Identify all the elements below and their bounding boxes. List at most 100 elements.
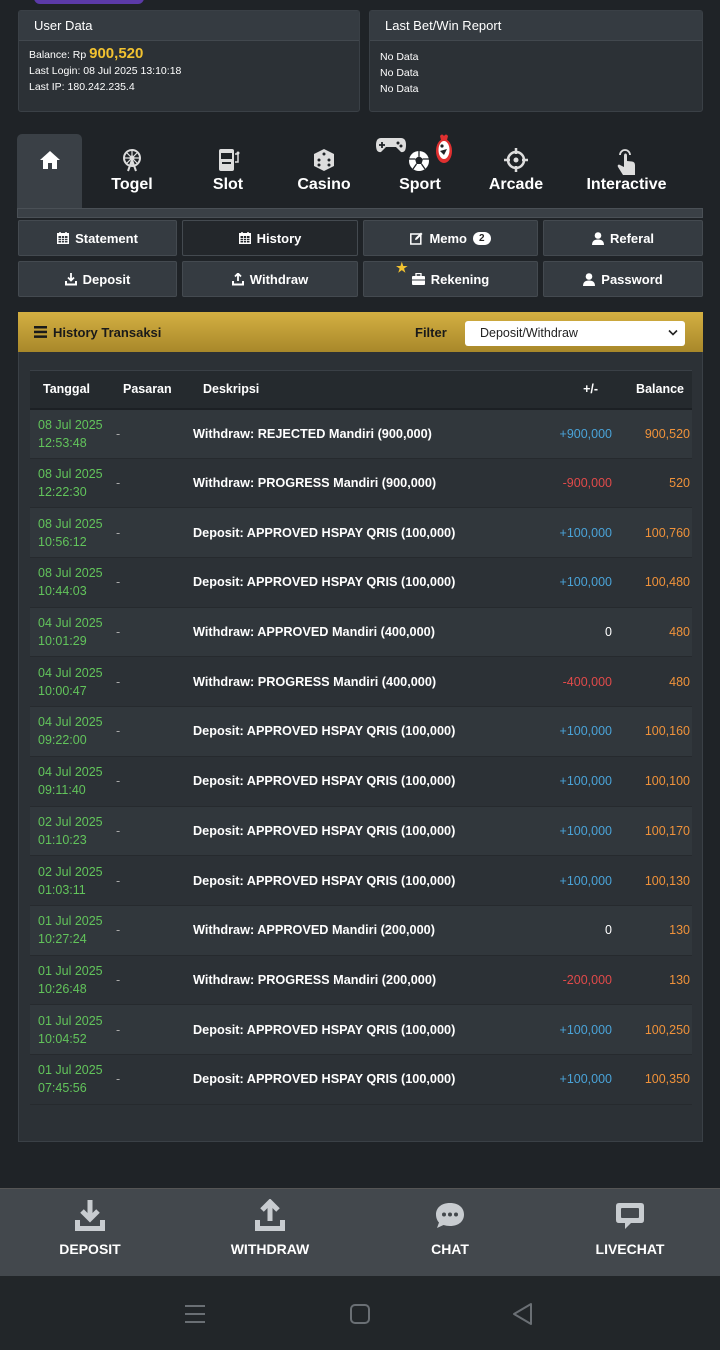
- home-tab[interactable]: [17, 134, 82, 208]
- pasaran-cell: -: [116, 823, 121, 838]
- recent-apps-icon[interactable]: [184, 1304, 206, 1324]
- amount-cell: +900,000: [559, 426, 612, 441]
- history-button[interactable]: History: [182, 220, 358, 256]
- date-text: 08 Jul 2025: [38, 516, 103, 531]
- rekening-label: Rekening: [430, 271, 490, 287]
- rekening-button[interactable]: ★ Rekening: [363, 260, 538, 297]
- table-row: 08 Jul 2025 12:22:30 - Withdraw: PROGRESS M…: [30, 458, 692, 508]
- amount-cell: +100,000: [559, 1022, 612, 1037]
- user-icon: [591, 231, 604, 245]
- history-table-container: Tanggal Pasaran Deskripsi +/- Balance 08…: [18, 352, 703, 1142]
- amount-cell: 0: [605, 923, 612, 938]
- time-text: 12:22:30: [38, 485, 87, 500]
- category-togel[interactable]: Togel: [84, 134, 180, 208]
- ferris-wheel-icon: [123, 149, 141, 172]
- time-text: 10:00:47: [38, 683, 87, 698]
- logo-fragment: [34, 0, 144, 4]
- upload-icon: [255, 1199, 285, 1231]
- deposit-button[interactable]: Deposit: [18, 261, 177, 297]
- amount-cell: +100,000: [559, 774, 612, 789]
- filter-label: Filter: [415, 325, 447, 340]
- home-button-icon[interactable]: [349, 1303, 371, 1325]
- date-text: 08 Jul 2025: [38, 467, 103, 482]
- list-icon: [34, 326, 47, 338]
- last-login: Last Login: 08 Jul 2025 13:10:18: [29, 65, 182, 77]
- date-cell: 01 Jul 2025 07:45:56: [30, 1054, 110, 1104]
- balance-cell: 100,480: [644, 575, 690, 590]
- amount-cell: +100,000: [559, 575, 612, 590]
- report-line: No Data: [380, 51, 419, 63]
- back-icon[interactable]: [511, 1302, 533, 1326]
- date-text: 01 Jul 2025: [38, 914, 103, 929]
- date-cell: 01 Jul 2025 10:04:52: [30, 1005, 110, 1055]
- bottom-withdraw-button[interactable]: WITHDRAW: [180, 1189, 360, 1277]
- category-slot[interactable]: Slot: [180, 134, 276, 208]
- date-text: 08 Jul 2025: [38, 417, 103, 432]
- description-cell: Deposit: APPROVED HSPAY QRIS (100,000): [193, 525, 456, 540]
- date-text: 04 Jul 2025: [38, 715, 103, 730]
- history-rows: 08 Jul 2025 12:53:48 - Withdraw: REJECTED M…: [30, 408, 692, 1105]
- date-cell: 01 Jul 2025 10:27:24: [30, 905, 110, 955]
- balance-cell: 100,100: [644, 774, 690, 789]
- chevron-down-icon: [668, 329, 678, 336]
- table-row: 04 Jul 2025 10:01:29 - Withdraw: APPROVED M…: [30, 607, 692, 657]
- referal-label: Referal: [609, 230, 655, 246]
- date-text: 01 Jul 2025: [38, 963, 103, 978]
- category-interactive[interactable]: Interactive: [564, 134, 689, 208]
- filter-select[interactable]: Deposit/Withdraw: [465, 321, 685, 346]
- time-text: 01:10:23: [38, 832, 87, 847]
- bottom-deposit-button[interactable]: DEPOSIT: [0, 1189, 180, 1277]
- category-casino[interactable]: Casino: [276, 134, 372, 208]
- balance-cell: 520: [669, 476, 690, 491]
- amount-cell: -200,000: [562, 972, 612, 987]
- category-sport[interactable]: Sport: [372, 134, 468, 208]
- date-text: 01 Jul 2025: [38, 1013, 103, 1028]
- pasaran-cell: -: [116, 724, 121, 739]
- category-label: Sport: [399, 176, 441, 193]
- user-icon: [583, 272, 596, 286]
- statement-button[interactable]: Statement: [18, 220, 177, 256]
- calendar-icon: [57, 232, 70, 244]
- withdraw-button[interactable]: Withdraw: [182, 261, 358, 297]
- soccer-ball-icon: [409, 151, 429, 171]
- filter-selected-value: Deposit/Withdraw: [480, 326, 578, 340]
- history-table: Tanggal Pasaran Deskripsi +/- Balance 08…: [30, 370, 692, 1105]
- date-cell: 08 Jul 2025 10:56:12: [30, 508, 110, 558]
- memo-button[interactable]: Memo 2: [363, 220, 538, 256]
- balance-cell: 100,760: [644, 525, 690, 540]
- bottom-chat-button[interactable]: CHAT: [360, 1189, 540, 1277]
- category-arcade[interactable]: Arcade: [468, 134, 564, 208]
- category-label: Interactive: [586, 176, 667, 193]
- table-row: 04 Jul 2025 09:11:40 - Deposit: APPROVED HS…: [30, 756, 692, 806]
- pasaran-cell: -: [116, 674, 121, 689]
- table-row: 01 Jul 2025 10:26:48 - Withdraw: PROGRESS M…: [30, 955, 692, 1005]
- balance-cell: 100,350: [644, 1072, 690, 1087]
- category-label: Slot: [212, 176, 244, 193]
- memo-count-badge: 2: [473, 231, 491, 245]
- calendar-icon: [238, 232, 251, 244]
- history-title: History Transaksi: [53, 324, 162, 340]
- description-cell: Withdraw: PROGRESS Mandiri (200,000): [193, 972, 437, 987]
- report-title: Last Bet/Win Report: [370, 11, 702, 41]
- date-cell: 01 Jul 2025 10:26:48: [30, 955, 110, 1005]
- time-text: 10:26:48: [38, 981, 87, 996]
- table-row: 01 Jul 2025 07:45:56 - Deposit: APPROVED HS…: [30, 1054, 692, 1105]
- description-cell: Deposit: APPROVED HSPAY QRIS (100,000): [193, 873, 456, 888]
- balance-cell: 480: [669, 625, 690, 640]
- table-row: 04 Jul 2025 09:22:00 - Deposit: APPROVED HS…: [30, 706, 692, 757]
- time-text: 07:45:56: [38, 1081, 87, 1096]
- crosshair-icon: [504, 148, 528, 172]
- category-label: Arcade: [488, 176, 544, 193]
- amount-cell: +100,000: [559, 525, 612, 540]
- date-cell: 08 Jul 2025 12:53:48: [30, 409, 110, 459]
- date-text: 08 Jul 2025: [38, 566, 103, 581]
- referal-button[interactable]: Referal: [543, 220, 703, 256]
- password-button[interactable]: Password: [543, 261, 703, 297]
- amount-cell: +100,000: [559, 823, 612, 838]
- bottom-livechat-button[interactable]: LIVECHAT: [540, 1189, 720, 1277]
- table-row: 08 Jul 2025 12:53:48 - Withdraw: REJECTED M…: [30, 408, 692, 459]
- user-data-panel: User Data Balance: Rp 900,520 Last Login…: [18, 10, 360, 112]
- column-header: Tanggal: [43, 382, 90, 397]
- balance-cell: 100,160: [644, 724, 690, 739]
- date-text: 01 Jul 2025: [38, 1063, 103, 1078]
